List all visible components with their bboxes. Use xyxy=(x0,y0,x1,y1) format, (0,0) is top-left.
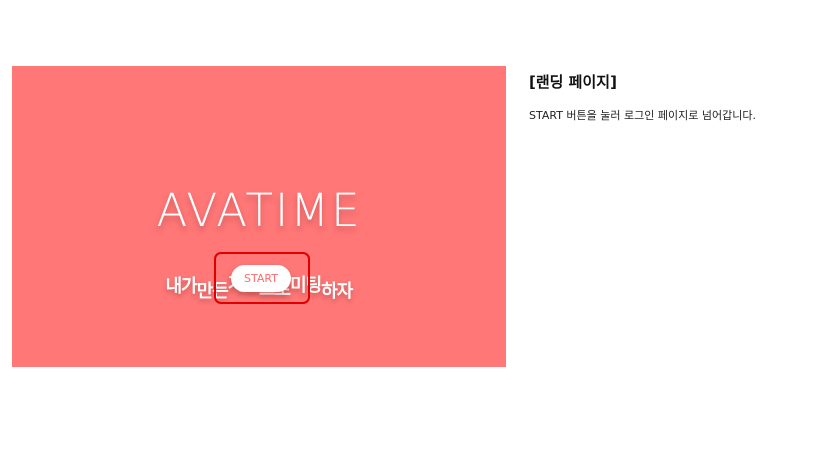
app-logo: AVATIME xyxy=(156,184,362,237)
landing-page-preview: AVATIME 내가만든가면으로미팅하자 START xyxy=(12,66,506,367)
page-description: START 버튼을 눌러 로그인 페이지로 넘어갑니다. xyxy=(529,109,756,122)
page-title: [랜딩 페이지] xyxy=(529,73,617,91)
tagline-part: 내가 xyxy=(165,276,198,297)
tagline-part: 하자 xyxy=(321,281,353,302)
start-button[interactable]: START xyxy=(231,265,291,292)
